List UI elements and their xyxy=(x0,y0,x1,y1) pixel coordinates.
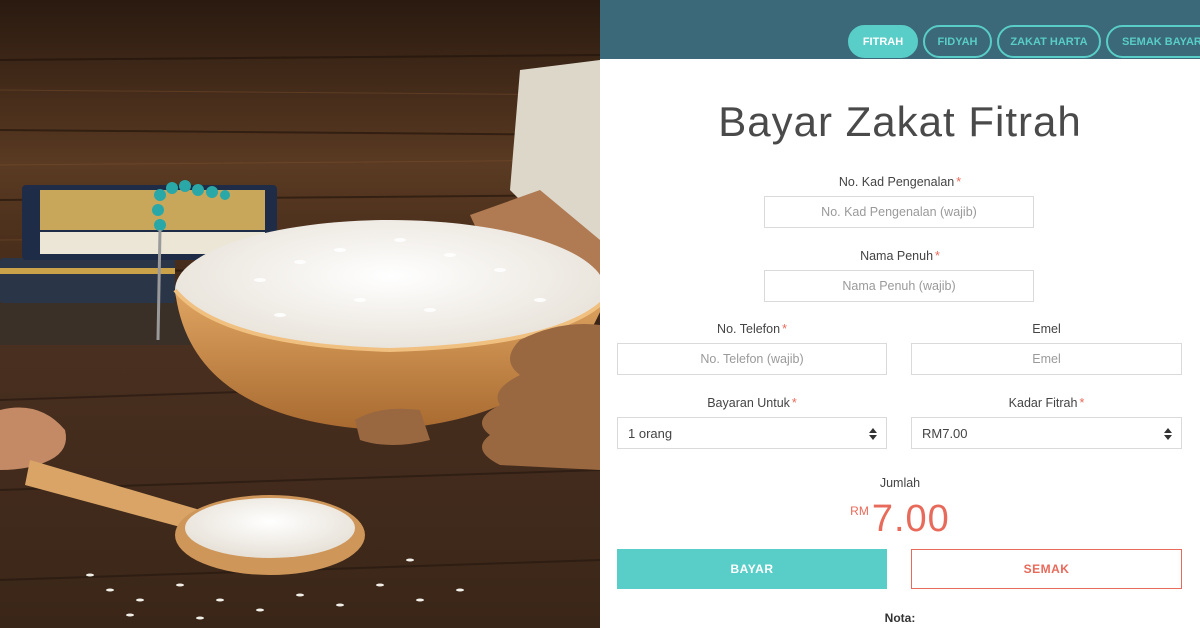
select-arrows-icon xyxy=(869,428,877,440)
rate-label: Kadar Fitrah * xyxy=(911,396,1182,410)
rate-select[interactable]: RM7.00 xyxy=(911,417,1182,449)
total-currency: RM xyxy=(850,504,869,518)
check-button[interactable]: SEMAK xyxy=(911,549,1182,589)
ic-label-text: No. Kad Pengenalan xyxy=(838,175,955,189)
name-label: Nama Penuh * xyxy=(600,249,1200,263)
email-label: Emel xyxy=(911,322,1182,336)
tab-fitrah[interactable]: FITRAH xyxy=(848,25,918,58)
tab-zakat-harta[interactable]: ZAKAT HARTA xyxy=(997,25,1101,58)
total-amount: RM7.00 xyxy=(600,498,1200,541)
full-name-input[interactable] xyxy=(764,270,1034,302)
ic-number-input[interactable] xyxy=(764,196,1034,228)
pay-for-selected: 1 orang xyxy=(628,425,673,441)
email-label-text: Emel xyxy=(1032,322,1061,336)
phone-input[interactable] xyxy=(617,343,887,375)
hero-photo xyxy=(0,0,600,628)
required-mark: * xyxy=(1079,396,1085,410)
phone-label: No. Telefon * xyxy=(617,322,887,336)
select-arrows-icon xyxy=(1164,428,1172,440)
zakat-form-page: FITRAH FIDYAH ZAKAT HARTA SEMAK BAYARAN … xyxy=(600,0,1200,628)
tab-fidyah[interactable]: FIDYAH xyxy=(923,25,992,58)
required-mark: * xyxy=(791,396,797,410)
pay-for-label: Bayaran Untuk * xyxy=(617,396,887,410)
name-label-text: Nama Penuh xyxy=(860,249,934,263)
required-mark: * xyxy=(935,249,940,263)
required-mark: * xyxy=(956,175,962,189)
pay-for-label-text: Bayaran Untuk xyxy=(707,396,790,410)
email-input[interactable] xyxy=(911,343,1182,375)
tab-semak-bayaran[interactable]: SEMAK BAYARAN xyxy=(1106,25,1200,58)
top-navigation: FITRAH FIDYAH ZAKAT HARTA SEMAK BAYARAN xyxy=(600,0,1200,59)
ic-label: No. Kad Pengenalan * xyxy=(600,175,1200,189)
required-mark: * xyxy=(782,322,787,336)
total-value: 7.00 xyxy=(871,498,950,540)
rice-bowl-photo xyxy=(0,0,600,628)
total-label: Jumlah xyxy=(879,476,921,490)
pay-for-select[interactable]: 1 orang xyxy=(617,417,887,449)
page-title: Bayar Zakat Fitrah xyxy=(718,98,1082,145)
rate-label-text: Kadar Fitrah xyxy=(1008,396,1078,410)
phone-label-text: No. Telefon xyxy=(717,322,781,336)
note-label: Nota: xyxy=(884,611,916,625)
pay-button[interactable]: BAYAR xyxy=(617,549,887,589)
rate-selected: RM7.00 xyxy=(922,425,968,441)
